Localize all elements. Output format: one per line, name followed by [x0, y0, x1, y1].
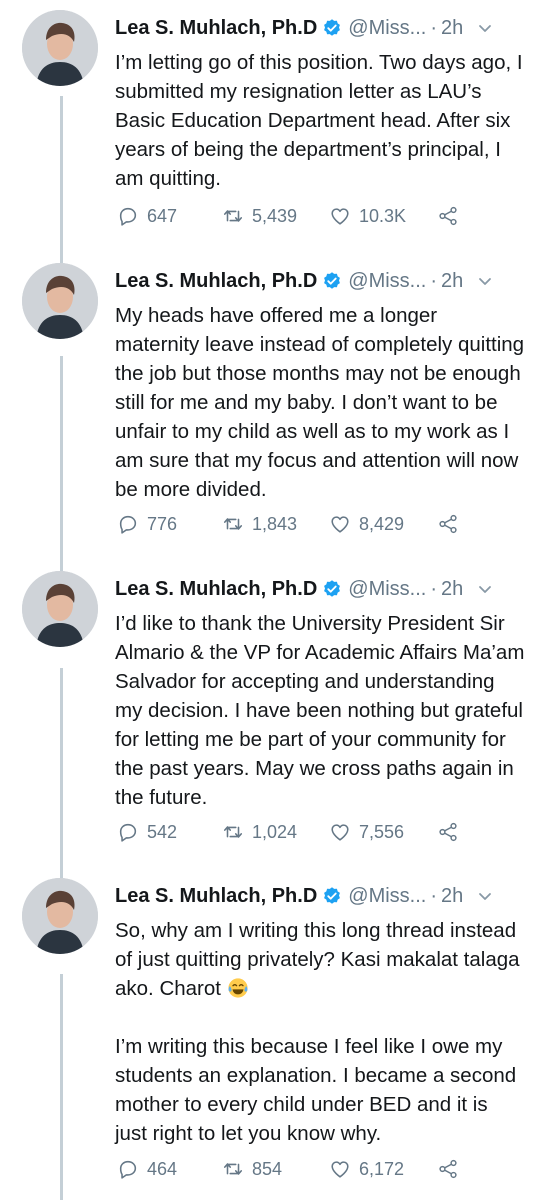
timestamp[interactable]: 2h — [441, 17, 463, 40]
heart-icon — [331, 1161, 349, 1178]
retweet-button[interactable]: 5,439 — [222, 205, 329, 227]
retweet-icon — [223, 826, 243, 838]
tweet-header: Lea S. Muhlach, Ph.D @Miss... · 2h — [115, 571, 525, 607]
tweet-actions: 464 854 6,172 — [117, 1154, 467, 1184]
heart-icon — [331, 208, 349, 225]
like-button[interactable]: 7,556 — [329, 821, 437, 843]
timestamp[interactable]: 2h — [441, 885, 463, 908]
separator-dot: · — [430, 269, 438, 292]
separator-dot: · — [430, 577, 438, 600]
share-icon — [439, 822, 457, 842]
share-button[interactable] — [437, 1158, 467, 1180]
chevron-down-icon[interactable] — [477, 20, 493, 36]
tweet-actions: 542 1,024 7,556 — [117, 817, 467, 847]
heart-icon — [331, 516, 349, 533]
share-button[interactable] — [437, 205, 467, 227]
avatar[interactable] — [22, 878, 98, 954]
tweet-actions: 776 1,843 8,429 — [117, 509, 467, 539]
reply-count: 776 — [147, 513, 178, 534]
like-count: 10.3K — [359, 205, 407, 226]
heart-icon — [331, 824, 349, 841]
separator-dot: · — [430, 16, 438, 39]
timestamp[interactable]: 2h — [441, 578, 463, 601]
reply-icon — [119, 1160, 137, 1179]
like-count: 8,429 — [359, 513, 405, 534]
face-with-tears-of-joy-icon — [228, 978, 248, 998]
retweet-button[interactable]: 1,024 — [222, 821, 329, 843]
thread-line — [60, 974, 63, 1200]
share-button[interactable] — [437, 513, 467, 535]
retweet-icon — [223, 518, 243, 530]
reply-count: 542 — [147, 821, 178, 842]
retweet-icon — [223, 210, 243, 222]
reply-count: 647 — [147, 205, 178, 226]
author-name[interactable]: Lea S. Muhlach, Ph.D — [115, 17, 317, 40]
tweet-header: Lea S. Muhlach, Ph.D @Miss... · 2h — [115, 263, 525, 299]
retweet-count: 854 — [252, 1158, 283, 1179]
share-icon — [439, 514, 457, 534]
chevron-down-icon[interactable] — [477, 581, 493, 597]
avatar[interactable] — [22, 10, 98, 86]
reply-icon — [119, 823, 137, 842]
avatar[interactable] — [22, 263, 98, 339]
author-handle[interactable]: @Miss... — [348, 885, 426, 908]
tweet-actions: 647 5,439 10.3K — [117, 201, 467, 231]
verified-badge-icon — [322, 18, 342, 38]
verified-badge-icon — [322, 579, 342, 599]
author-name[interactable]: Lea S. Muhlach, Ph.D — [115, 270, 317, 293]
tweet-text: I’d like to thank the University Preside… — [115, 612, 531, 809]
retweet-icon — [223, 1163, 243, 1175]
verified-badge-icon — [322, 886, 342, 906]
reply-button[interactable]: 647 — [117, 205, 222, 227]
author-handle[interactable]: @Miss... — [348, 578, 426, 601]
chevron-down-icon[interactable] — [477, 273, 493, 289]
reply-button[interactable]: 464 — [117, 1158, 222, 1180]
avatar[interactable] — [22, 571, 98, 647]
reply-button[interactable]: 542 — [117, 821, 222, 843]
tweet-text: I’m writing this because I feel like I o… — [115, 1035, 522, 1145]
retweet-count: 1,843 — [252, 513, 298, 534]
like-button[interactable]: 6,172 — [329, 1158, 437, 1180]
reply-icon — [119, 207, 137, 226]
tweet-text-part: So, why am I writing this long thread in… — [115, 919, 526, 1000]
author-name[interactable]: Lea S. Muhlach, Ph.D — [115, 885, 317, 908]
tweet-text: I’m letting go of this position. Two day… — [115, 51, 529, 190]
tweet-text: My heads have offered me a longer matern… — [115, 304, 530, 501]
author-handle[interactable]: @Miss... — [348, 17, 426, 40]
retweet-button[interactable]: 1,843 — [222, 513, 329, 535]
retweet-count: 1,024 — [252, 821, 298, 842]
thread-line — [60, 96, 63, 264]
thread-line — [60, 668, 63, 882]
author-handle[interactable]: @Miss... — [348, 270, 426, 293]
like-count: 7,556 — [359, 821, 405, 842]
like-button[interactable]: 8,429 — [329, 513, 437, 535]
share-button[interactable] — [437, 821, 467, 843]
thread-line — [60, 356, 63, 576]
share-icon — [439, 1159, 457, 1179]
tweet-header: Lea S. Muhlach, Ph.D @Miss... · 2h — [115, 878, 525, 914]
share-icon — [439, 206, 457, 226]
retweet-button[interactable]: 854 — [222, 1158, 329, 1180]
chevron-down-icon[interactable] — [477, 888, 493, 904]
reply-button[interactable]: 776 — [117, 513, 222, 535]
verified-badge-icon — [322, 271, 342, 291]
author-name[interactable]: Lea S. Muhlach, Ph.D — [115, 578, 317, 601]
retweet-count: 5,439 — [252, 205, 298, 226]
like-button[interactable]: 10.3K — [329, 205, 437, 227]
tweet-text: So, why am I writing this long thread in… — [115, 916, 525, 1003]
reply-icon — [119, 515, 137, 534]
separator-dot: · — [430, 884, 438, 907]
timestamp[interactable]: 2h — [441, 270, 463, 293]
tweet-header: Lea S. Muhlach, Ph.D @Miss... · 2h — [115, 10, 525, 46]
like-count: 6,172 — [359, 1158, 405, 1179]
reply-count: 464 — [147, 1158, 178, 1179]
